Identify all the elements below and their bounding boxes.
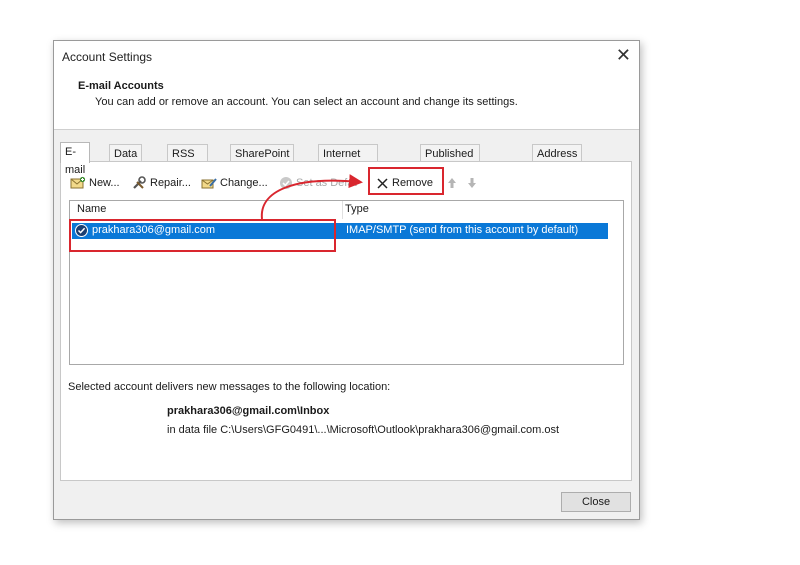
section-description: You can add or remove an account. You ca… (95, 96, 518, 108)
header-section: E-mail Accounts You can add or remove an… (54, 71, 639, 130)
new-button-label: New... (89, 177, 120, 189)
remove-highlight-annotation (368, 167, 444, 195)
account-type: IMAP/SMTP (send from this account by def… (346, 224, 579, 236)
set-as-default-label: Set as Default (296, 177, 357, 189)
delivery-folder: prakhara306@gmail.com\Inbox (167, 405, 330, 417)
repair-button[interactable]: Repair... (131, 174, 191, 192)
column-header-type[interactable]: Type (345, 203, 369, 215)
change-button-label: Change... (220, 177, 268, 189)
tab-sharepoint-lists[interactable]: SharePoint Lists (230, 144, 295, 178)
account-highlight-annotation (69, 219, 336, 252)
account-settings-dialog: Account Settings ✕ E-mail Accounts You c… (53, 40, 640, 520)
column-divider (342, 201, 343, 219)
tab-published-calendars[interactable]: Published Calendars (420, 144, 481, 178)
title-bar: Account Settings ✕ (54, 41, 639, 71)
arrow-down-icon (467, 177, 477, 189)
close-icon[interactable]: ✕ (616, 46, 631, 64)
column-header-name[interactable]: Name (77, 203, 106, 215)
arrow-up-icon (447, 177, 457, 189)
close-button[interactable]: Close (561, 492, 631, 512)
tab-data-files[interactable]: Data Files (109, 144, 143, 178)
change-button[interactable]: Change... (201, 174, 268, 192)
tab-address-books[interactable]: Address Books (532, 144, 583, 178)
checkmark-icon (279, 176, 293, 190)
tab-internet-calendars[interactable]: Internet Calendars (318, 144, 379, 178)
delivery-data-file: in data file C:\Users\GFG0491\...\Micros… (167, 424, 560, 436)
change-account-icon (201, 176, 217, 190)
delivery-location-label: Selected account delivers new messages t… (68, 381, 391, 393)
move-down-button[interactable] (467, 174, 477, 192)
set-as-default-button[interactable]: Set as Default (279, 174, 357, 192)
tab-email[interactable]: E-mail (60, 142, 91, 176)
move-up-button[interactable] (447, 174, 457, 192)
wrench-icon (131, 176, 147, 190)
section-title: E-mail Accounts (78, 80, 164, 92)
tab-rss-feeds[interactable]: RSS Feeds (167, 144, 208, 178)
repair-button-label: Repair... (150, 177, 191, 189)
window-title: Account Settings (62, 50, 153, 64)
